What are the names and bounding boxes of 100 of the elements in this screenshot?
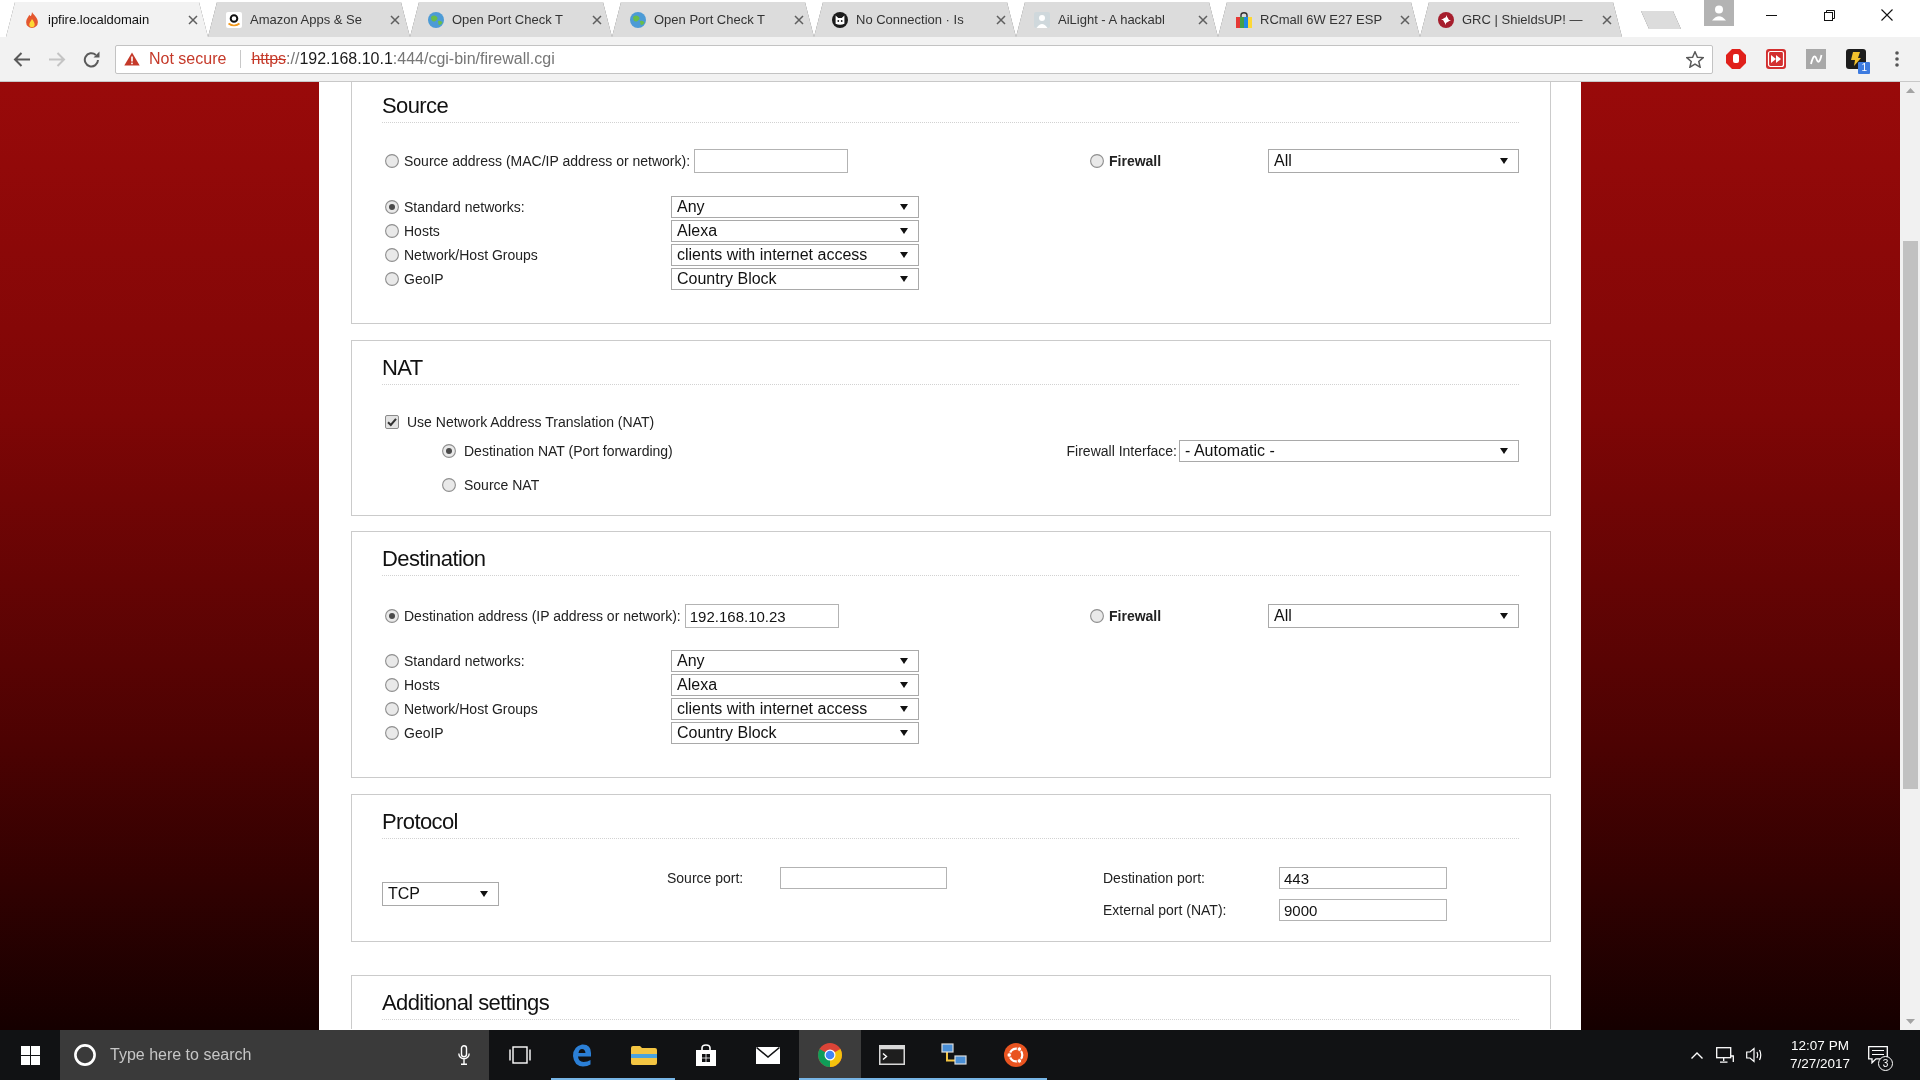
dropdown[interactable]: Country Block (671, 268, 919, 290)
dropdown[interactable]: - Automatic - (1179, 440, 1519, 462)
caret-icon (900, 658, 908, 664)
browser-tab[interactable]: AiLight - A hackabl (1016, 2, 1218, 37)
network-computers-icon (941, 1043, 967, 1067)
menu-icon[interactable] (1895, 51, 1899, 67)
lightning-icon[interactable] (1846, 49, 1866, 69)
field-label: External port (NAT): (1103, 902, 1228, 918)
back-arrow-icon[interactable] (13, 51, 31, 67)
radio-button[interactable] (385, 272, 399, 286)
section-title: Protocol (382, 808, 458, 836)
radio-button[interactable] (442, 444, 456, 458)
minimize-icon[interactable] (1765, 14, 1777, 16)
radio-label: Network/Host Groups (404, 701, 538, 717)
reload-icon[interactable] (83, 50, 100, 68)
stop-hand-icon[interactable] (1726, 49, 1746, 69)
port-field[interactable]: 443 (1279, 867, 1447, 889)
radio-label: Standard networks: (404, 653, 525, 669)
address-bar[interactable]: Not secure https://192.168.10.1:444/cgi-bin/firewall.cgi (115, 44, 1713, 74)
section-title: NAT (382, 354, 423, 382)
url-text[interactable]: https://192.168.10.1:444/cgi-bin/firewall.cgi (251, 50, 555, 68)
star-icon[interactable] (1686, 50, 1704, 68)
fast-forward-icon[interactable] (1766, 49, 1786, 69)
microphone-icon[interactable] (458, 1045, 470, 1065)
radio-label: GeoIP (404, 725, 444, 741)
dropdown[interactable]: All (1268, 149, 1519, 173)
dropdown[interactable]: Country Block (671, 722, 919, 744)
placeholder-text: Type here to search (110, 1046, 253, 1064)
restore-icon[interactable] (1823, 9, 1835, 21)
dropdown[interactable]: Any (671, 650, 919, 672)
taskbar-button[interactable] (799, 1030, 861, 1080)
radio-button[interactable] (1090, 609, 1104, 623)
radio-label: Source NAT (464, 477, 540, 493)
port-field[interactable] (780, 867, 947, 889)
browser-tab[interactable]: ipfire.localdomain (6, 2, 208, 37)
caret-icon (480, 891, 488, 897)
caret-icon (900, 276, 908, 282)
extension-badge: 1 (1858, 62, 1870, 74)
radio-label: Standard networks: (404, 199, 525, 215)
section-title: Source (382, 92, 449, 120)
flame-icon (26, 11, 38, 28)
network-icon[interactable] (1716, 1047, 1734, 1063)
radio-button[interactable] (385, 200, 399, 214)
dropdown[interactable]: Alexa (671, 220, 919, 242)
dropdown[interactable]: TCP (382, 882, 499, 906)
radio-label: Firewall (1109, 153, 1162, 169)
address-field[interactable] (694, 149, 849, 173)
caret-icon (1500, 158, 1508, 164)
sparkle-logo-icon (1438, 11, 1454, 28)
shopping-bag-icon (1236, 11, 1252, 28)
radio-label: Destination NAT (Port forwarding) (464, 443, 673, 459)
dropdown[interactable]: All (1268, 604, 1519, 628)
dropdown[interactable]: Alexa (671, 674, 919, 696)
radio-label: Destination address (IP address or network): (404, 608, 681, 624)
browser-tab[interactable]: Open Port Check T (410, 2, 612, 37)
dropdown[interactable]: Any (671, 196, 919, 218)
tile-icon[interactable] (1806, 49, 1826, 69)
notification-badge: 3 (1878, 1056, 1893, 1071)
browser-tab[interactable]: GRC | ShieldsUP! — (1420, 2, 1622, 37)
radio-button[interactable] (385, 702, 399, 716)
radio-button[interactable] (442, 478, 456, 492)
start-menu-icon[interactable] (20, 1045, 40, 1065)
close-icon[interactable] (1881, 9, 1893, 21)
browser-tab[interactable]: No Connection · Is (814, 2, 1016, 37)
radio-button[interactable] (385, 154, 399, 168)
cat-icon (832, 11, 848, 28)
e-logo-icon (570, 1043, 594, 1067)
caret-icon (1500, 448, 1508, 454)
clock-date: 7/27/2017 (1789, 1055, 1851, 1073)
warning-icon (124, 52, 140, 66)
volume-icon[interactable] (1746, 1047, 1764, 1063)
globe-icon (630, 11, 646, 28)
dropdown[interactable]: clients with internet access (671, 244, 919, 266)
browser-tab[interactable]: RCmall 6W E27 ESP (1218, 2, 1420, 37)
dropdown[interactable]: clients with internet access (671, 698, 919, 720)
field-label: Source port: (667, 870, 745, 886)
radio-label: Source address (MAC/IP address or network): (404, 153, 691, 169)
radio-button[interactable] (385, 224, 399, 238)
radio-button[interactable] (385, 248, 399, 262)
port-field[interactable]: 9000 (1279, 899, 1447, 921)
checkbox[interactable] (385, 415, 399, 429)
shopping-bag-icon (695, 1044, 717, 1066)
scrollbar-thumb[interactable] (1902, 241, 1918, 789)
caret-icon (900, 204, 908, 210)
radio-button[interactable] (385, 726, 399, 740)
scrollbar[interactable] (1900, 82, 1920, 1030)
clock-time: 12:07 PM (1791, 1037, 1849, 1055)
browser-tab[interactable]: Open Port Check T (612, 2, 814, 37)
radio-button[interactable] (385, 654, 399, 668)
circle-icon (74, 1044, 96, 1066)
address-field[interactable]: 192.168.10.23 (684, 604, 839, 628)
caret-icon (900, 228, 908, 234)
radio-button[interactable] (385, 678, 399, 692)
task-view-icon[interactable] (509, 1046, 531, 1064)
search-field[interactable]: Type here to search (60, 1030, 489, 1080)
chevron-up-icon[interactable] (1691, 1051, 1703, 1059)
radio-button[interactable] (1090, 154, 1104, 168)
browser-tab[interactable]: Amazon Apps & Se (208, 2, 410, 37)
security-label[interactable]: Not secure (149, 50, 227, 68)
radio-button[interactable] (385, 609, 399, 623)
